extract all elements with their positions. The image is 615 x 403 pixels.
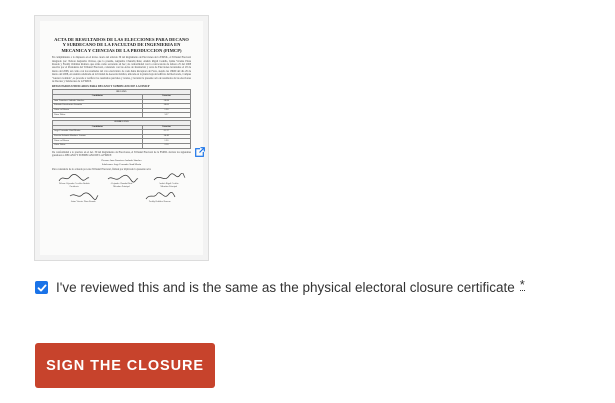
sign-closure-button[interactable]: SIGN THE CLOSURE	[35, 343, 215, 388]
external-link-icon[interactable]	[195, 144, 205, 157]
winner-subdean: Subdecano: Jorge Fernando Abad Morán	[101, 162, 142, 166]
subdean-results-table: SUBDECANO Candidatos Votación Jorge Fern…	[52, 120, 192, 149]
closure-certificate-paper: ACTA DE RESULTADOS DE LAS ELECCIONES PAR…	[40, 21, 203, 255]
table-row: Votos Nulos 3.37	[52, 112, 192, 118]
certificate-results-heading: RESULTADOS UNIFICADOS PARA DECANO Y SUBD…	[52, 85, 150, 89]
signature-scribble-icon	[58, 174, 90, 182]
signature-block: Nelson Alejandro Cevallos Ordoña Preside…	[52, 173, 96, 189]
sign-closure-page: ACTA DE RESULTADOS DE LAS ELECCIONES PAR…	[0, 0, 615, 403]
certificate-intro: En cumplimiento a lo dispuesto en el inc…	[52, 56, 191, 84]
certificate-closing: Para constancia de lo actuado por este T…	[52, 167, 152, 171]
confirmation-row: I've reviewed this and is the same as th…	[35, 276, 525, 295]
signature-block: Andrés Rigail Cedeño Miembro Principal	[147, 173, 191, 189]
certificate-title: ACTA DE RESULTADOS DE LAS ELECCIONES PAR…	[54, 37, 189, 53]
signature-scribble-icon	[70, 192, 99, 200]
certificate-conclusion: De conformidad a lo previsto en el Art. …	[52, 150, 191, 157]
table-row: Votos Nulos 2.18	[52, 143, 192, 149]
dean-results-table: DECANO Candidatos Votación Juan Francisc…	[52, 89, 192, 118]
signature-block: Freddy Ordóñez Romero	[128, 191, 191, 204]
closure-certificate-thumbnail[interactable]: ACTA DE RESULTADOS DE LAS ELECCIONES PAR…	[34, 15, 209, 261]
required-marker: *	[519, 276, 525, 292]
signature-scribble-icon	[153, 173, 186, 181]
certificate-winners: Decano: Juan Francisco Andrade Sánchez S…	[52, 159, 191, 165]
signature-row-bottom: Jaime Vicente Plaza Rosado Freddy Ordóñe…	[52, 191, 191, 204]
signature-block: Alejandro Chanabá Ruiz Miembro Principal	[99, 173, 143, 189]
signature-row-top: Nelson Alejandro Cevallos Ordoña Preside…	[52, 173, 191, 189]
external-link-icon	[195, 147, 205, 157]
reviewed-checkbox[interactable]	[35, 281, 48, 294]
reviewed-checkbox-label[interactable]: I've reviewed this and is the same as th…	[56, 280, 515, 295]
signature-scribble-icon	[107, 175, 138, 183]
checkmark-icon	[37, 284, 46, 291]
signature-block: Jaime Vicente Plaza Rosado	[52, 191, 115, 204]
signature-scribble-icon	[145, 191, 176, 200]
